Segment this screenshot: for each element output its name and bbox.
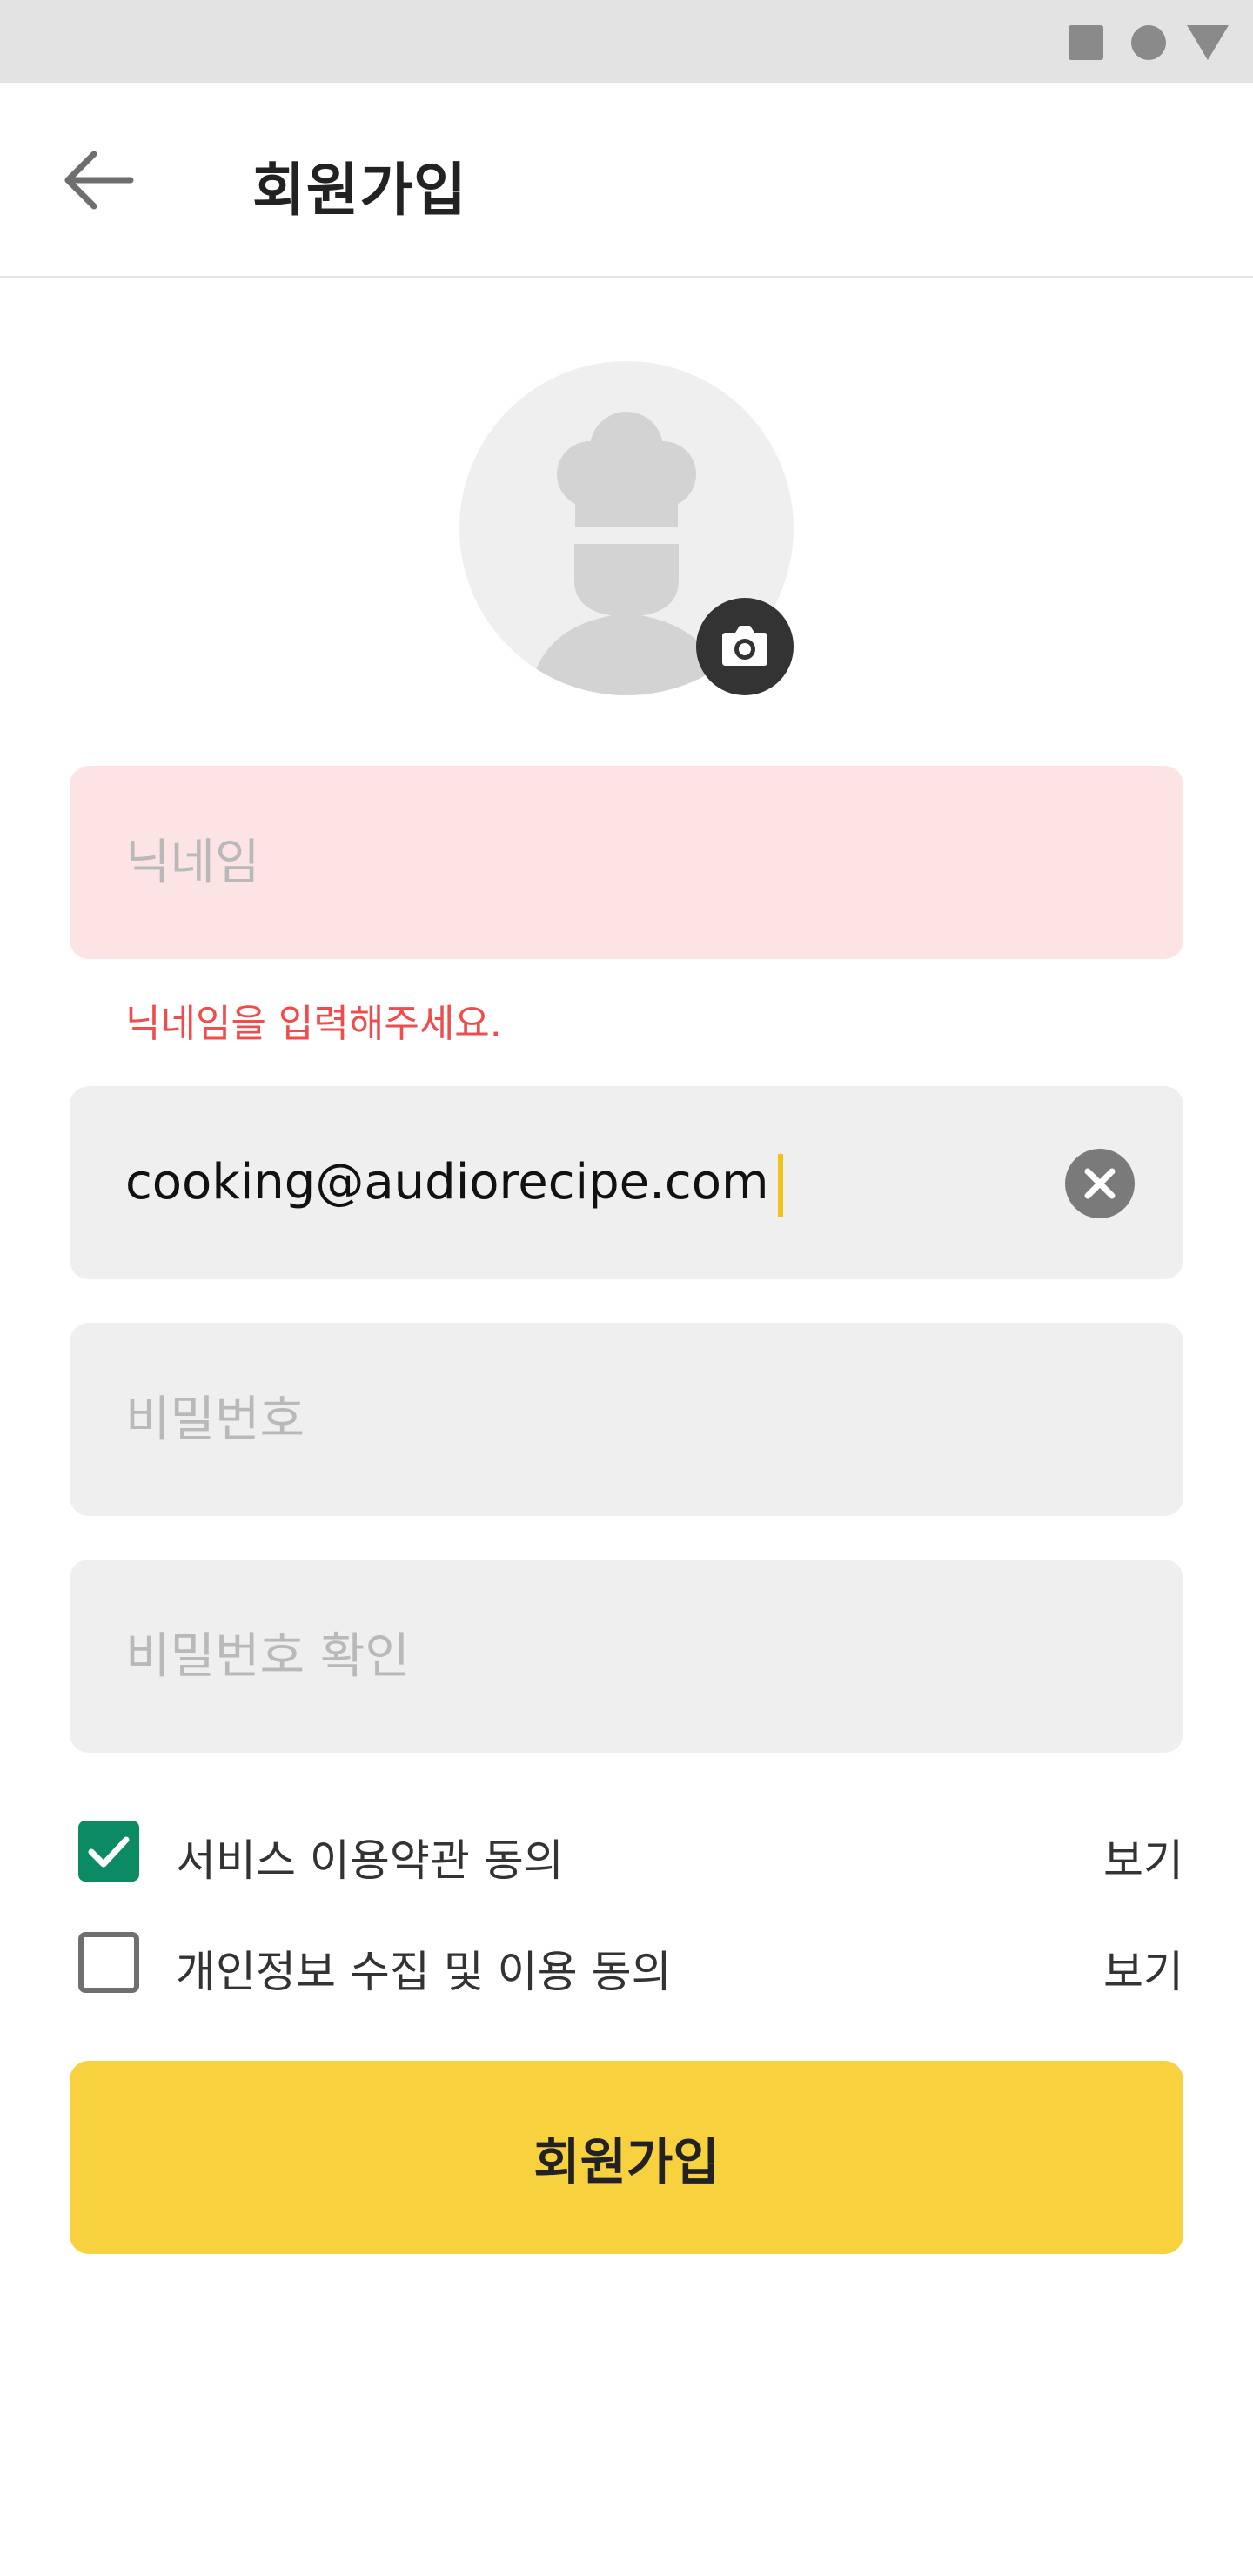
arrow-left-icon [64, 151, 134, 210]
clear-button[interactable] [1065, 1149, 1135, 1218]
signup-button[interactable]: 회원가입 [70, 2061, 1183, 2254]
password-field[interactable] [70, 1323, 1183, 1516]
back-button[interactable] [52, 135, 143, 225]
profile-photo[interactable] [459, 361, 794, 695]
nickname-error-text: 닉네임을 입력해주세요. [125, 1002, 502, 1046]
email-value: cooking@audiorecipe.com [125, 1154, 769, 1211]
terms-view-link[interactable]: 보기 [1103, 1826, 1183, 1888]
square-icon [1069, 25, 1103, 60]
triangle-icon [1187, 25, 1229, 60]
password-confirm-input[interactable] [125, 1560, 1082, 1753]
email-field[interactable]: cooking@audiorecipe.com [70, 1086, 1183, 1279]
clear-icon [1084, 1168, 1116, 1199]
check-icon [88, 1836, 130, 1868]
camera-icon [722, 626, 767, 666]
page-title: 회원가입 [252, 157, 467, 224]
privacy-checkbox[interactable] [78, 1932, 139, 1993]
email-input[interactable]: cooking@audiorecipe.com [125, 1086, 783, 1279]
app-bar: 회원가입 [0, 83, 1253, 278]
privacy-agreement-row: 개인정보 수집 및 이용 동의 보기 [78, 1930, 1183, 1997]
status-bar [0, 0, 1253, 83]
nickname-input[interactable] [125, 766, 1082, 959]
password-input[interactable] [125, 1323, 1082, 1516]
password-confirm-field[interactable] [70, 1560, 1183, 1753]
privacy-label[interactable]: 개인정보 수집 및 이용 동의 [176, 1937, 672, 2000]
text-caret [777, 1153, 783, 1217]
privacy-view-link[interactable]: 보기 [1103, 1937, 1183, 2000]
terms-checkbox[interactable] [78, 1821, 139, 1882]
signup-button-label: 회원가입 [533, 2132, 720, 2191]
circle-icon [1131, 25, 1166, 60]
camera-button[interactable] [696, 598, 794, 695]
nickname-field[interactable] [70, 766, 1183, 959]
terms-label[interactable]: 서비스 이용약관 동의 [176, 1826, 564, 1888]
terms-agreement-row: 서비스 이용약관 동의 보기 [78, 1819, 1183, 1888]
